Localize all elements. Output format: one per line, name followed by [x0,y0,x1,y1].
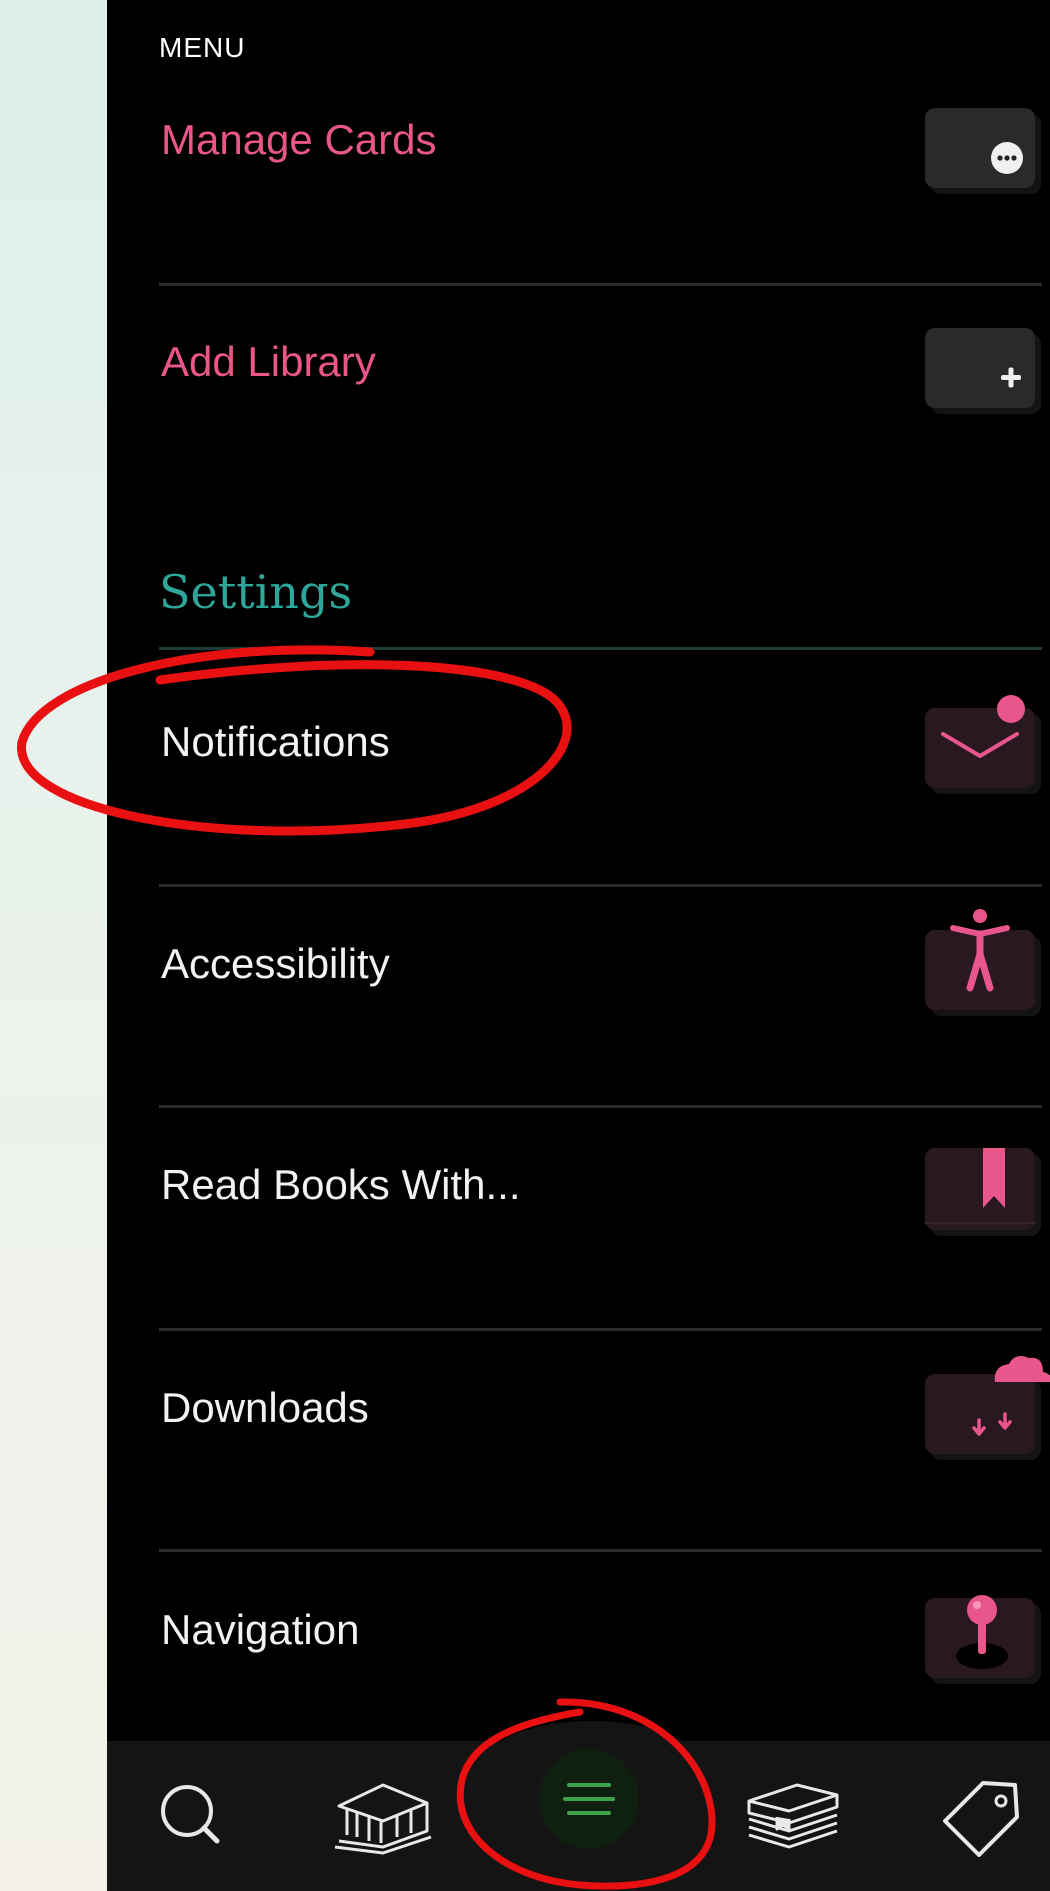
divider [159,1328,1042,1331]
menu-item-label: Manage Cards [161,116,437,163]
joystick-icon [925,1595,1035,1678]
menu-item-accessibility[interactable]: Accessibility [159,904,1050,1024]
more-dots-icon [925,108,1035,188]
menu-item-notifications[interactable]: Notifications [159,682,1050,802]
menu-item-downloads[interactable]: Downloads [159,1348,1050,1468]
menu-item-label: Read Books With... [161,1161,521,1208]
books-stack-icon[interactable] [737,1771,847,1861]
divider [159,1105,1042,1108]
search-icon[interactable] [147,1771,237,1861]
cloud-download-icon [925,1356,1050,1454]
notification-badge [997,695,1025,723]
settings-section-title: Settings [159,565,353,619]
menu-item-label: Add Library [161,338,376,385]
menu-icon[interactable] [539,1749,639,1849]
menu-item-label: Downloads [161,1384,369,1431]
menu-item-add-library[interactable]: Add Library [159,302,1050,422]
accessibility-icon [925,909,1035,1010]
divider [159,884,1042,887]
menu-panel: MENU Manage Cards Add Library Settings N… [107,0,1050,1891]
bookmark-book-icon [925,1148,1035,1230]
divider [159,1549,1042,1552]
plus-icon [925,328,1035,408]
bottom-tab-bar [107,1721,1050,1891]
menu-item-label: Notifications [161,718,390,765]
menu-item-navigation[interactable]: Navigation [159,1570,1050,1690]
menu-item-read-books-with[interactable]: Read Books With... [159,1125,1050,1245]
settings-divider [159,647,1042,650]
menu-title: MENU [159,32,246,63]
divider [159,283,1042,286]
menu-item-label: Navigation [161,1606,360,1653]
menu-item-manage-cards[interactable]: Manage Cards [159,80,1050,200]
tag-icon[interactable] [937,1771,1027,1861]
menu-item-label: Accessibility [161,940,390,987]
library-building-icon[interactable] [327,1771,437,1861]
